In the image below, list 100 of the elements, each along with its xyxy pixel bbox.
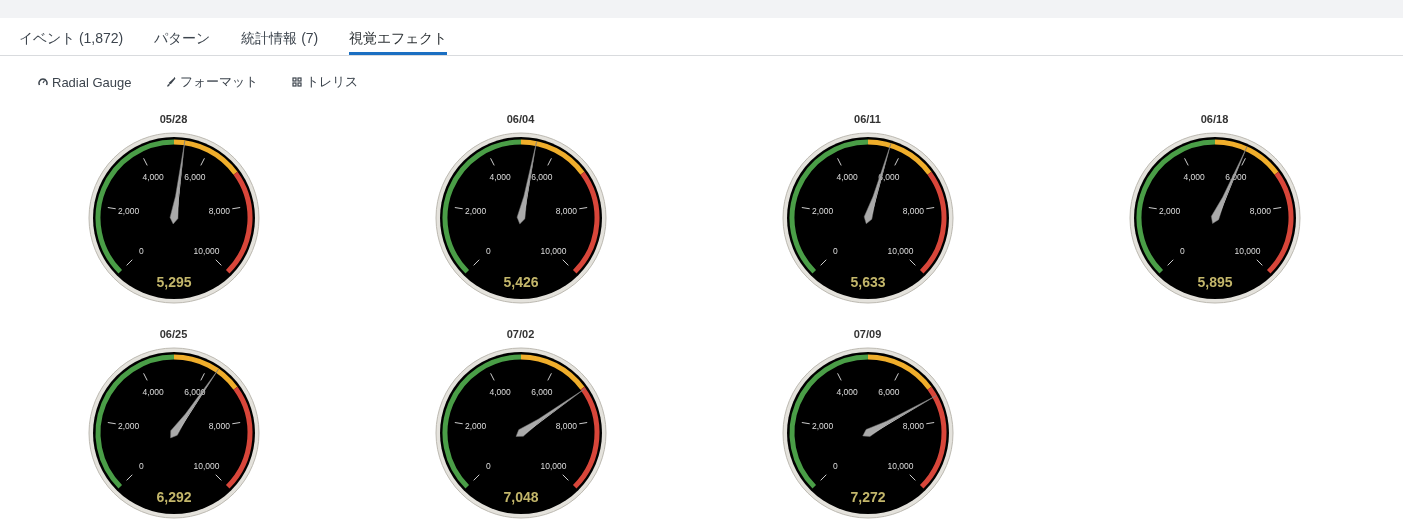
tick-label: 8,000	[208, 420, 230, 431]
gauge-value: 6,292	[156, 489, 191, 505]
gauge-title: 06/04	[506, 113, 535, 125]
tick-label: 2,000	[464, 205, 486, 216]
tab[interactable]: 視覚エフェクト	[349, 18, 448, 55]
tick-label: 8,000	[902, 420, 924, 431]
tick-mark	[578, 207, 588, 210]
tick-label: 10,000	[1234, 245, 1261, 256]
tick-label: 4,000	[142, 172, 164, 182]
tick-label: 2,000	[1158, 205, 1180, 216]
gauge-title: 07/02	[506, 328, 535, 340]
tick-label: 8,000	[555, 205, 577, 216]
tick-label: 4,000	[142, 387, 164, 397]
tick-label: 4,000	[489, 172, 511, 182]
tick-label: 10,000	[540, 245, 567, 256]
tick-mark	[925, 207, 935, 210]
tick-mark	[1183, 157, 1189, 166]
tick-label: 6,000	[183, 172, 205, 182]
tick-mark	[214, 259, 222, 266]
tick-mark	[199, 372, 205, 381]
tick-mark	[1255, 259, 1263, 266]
tick-mark	[142, 372, 148, 381]
tick-mark	[908, 474, 916, 481]
tick-mark	[836, 372, 842, 381]
tick-mark	[199, 157, 205, 166]
brush-icon	[165, 77, 176, 87]
tick-mark	[1166, 259, 1174, 266]
gauge-value: 5,633	[850, 274, 885, 290]
tick-mark	[453, 207, 463, 210]
tick-mark	[819, 259, 827, 266]
gauge-title: 06/18	[1200, 113, 1229, 125]
tick-mark	[546, 157, 552, 166]
gauge-title: 05/28	[159, 113, 188, 125]
tick-label: 2,000	[464, 420, 486, 431]
tick-label: 2,000	[811, 420, 833, 431]
gauge-title: 07/09	[853, 328, 882, 340]
tick-mark	[1147, 207, 1157, 210]
tick-label: 2,000	[117, 205, 139, 216]
tick-label: 8,000	[902, 205, 924, 216]
tick-mark	[472, 259, 480, 266]
tick-mark	[125, 474, 133, 481]
tick-label: 6,000	[877, 387, 899, 397]
tick-mark	[231, 422, 241, 425]
tick-label: 6,000	[530, 387, 552, 397]
tick-label: 4,000	[836, 387, 858, 397]
tick-mark	[561, 474, 569, 481]
gauge-icon	[38, 77, 48, 87]
tick-label: 4,000	[836, 172, 858, 182]
tick-label: 0	[1179, 245, 1185, 256]
toolbar-button[interactable]: Radial Gauge	[38, 73, 132, 91]
tick-label: 8,000	[208, 205, 230, 216]
tick-mark	[106, 207, 116, 210]
tick-label: 4,000	[1183, 172, 1205, 182]
gauge-title: 06/11	[854, 113, 881, 125]
gauge-value: 5,426	[503, 274, 538, 290]
toolbar-button[interactable]: トレリス	[291, 73, 358, 91]
tick-mark	[800, 422, 810, 425]
tick-mark	[800, 207, 810, 210]
tick-mark	[893, 157, 899, 166]
tick-label: 10,000	[887, 460, 914, 471]
tick-mark	[489, 372, 495, 381]
tab[interactable]: パターン	[154, 18, 211, 55]
tick-label: 8,000	[555, 420, 577, 431]
tick-label: 4,000	[489, 387, 511, 397]
grid-icon	[291, 77, 302, 87]
tick-mark	[453, 422, 463, 425]
tick-mark	[546, 372, 552, 381]
tick-mark	[1272, 207, 1282, 210]
gauge-value: 5,295	[156, 274, 191, 290]
tick-label: 0	[832, 245, 838, 256]
tick-mark	[836, 157, 842, 166]
tick-mark	[908, 259, 916, 266]
gauge-title: 06/25	[159, 328, 188, 340]
tick-label: 0	[832, 460, 838, 471]
tick-label: 8,000	[1249, 205, 1271, 216]
toolbar-button[interactable]: フォーマット	[165, 73, 258, 91]
gauge-value: 7,272	[850, 489, 885, 505]
tick-mark	[142, 157, 148, 166]
tick-mark	[231, 207, 241, 210]
tick-mark	[1240, 157, 1246, 166]
tab[interactable]: イベント (1,872)	[19, 18, 124, 55]
tick-mark	[214, 474, 222, 481]
tick-mark	[106, 422, 116, 425]
tick-mark	[578, 422, 588, 425]
tick-label: 10,000	[540, 460, 567, 471]
gauge-value: 7,048	[503, 489, 538, 505]
tab[interactable]: 統計情報 (7)	[241, 18, 319, 55]
tick-label: 10,000	[193, 245, 220, 256]
tick-label: 10,000	[887, 245, 914, 256]
tick-mark	[489, 157, 495, 166]
tick-label: 0	[138, 245, 144, 256]
tick-label: 2,000	[811, 205, 833, 216]
tick-label: 10,000	[193, 460, 220, 471]
tick-mark	[819, 474, 827, 481]
gauge-value: 5,895	[1197, 274, 1232, 290]
tick-label: 2,000	[117, 420, 139, 431]
tick-label: 0	[485, 245, 491, 256]
tick-mark	[561, 259, 569, 266]
tick-mark	[893, 372, 899, 381]
tick-label: 6,000	[530, 172, 552, 182]
